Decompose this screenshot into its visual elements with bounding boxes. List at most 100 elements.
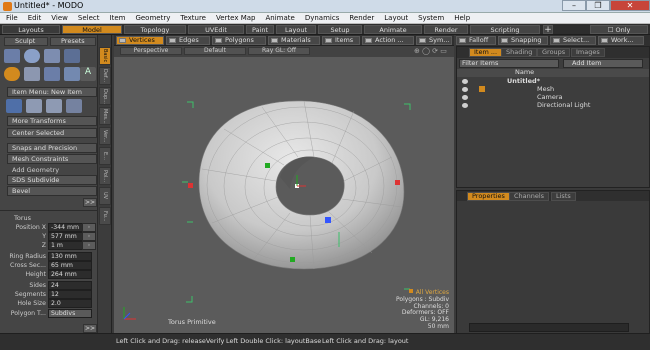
x-handle[interactable] [188, 183, 193, 188]
torus-mesh[interactable] [198, 100, 405, 270]
visibility-eye-icon[interactable] [462, 103, 468, 108]
items-mode-button[interactable]: Items [322, 36, 360, 45]
mesh-constraints-button[interactable]: Mesh Constraints [7, 154, 97, 164]
tab-render[interactable]: Render [424, 25, 468, 34]
sphere-tool-icon[interactable] [24, 49, 40, 63]
maximize-button[interactable]: ❐ [586, 0, 610, 11]
menu-render[interactable]: Render [343, 13, 378, 22]
sides-field[interactable]: 24 [48, 281, 92, 290]
command-input[interactable] [469, 323, 629, 332]
view-style-dropdown[interactable]: Default [184, 47, 246, 55]
side-tab-mesh-edit[interactable]: Mes... [99, 107, 111, 125]
expand-button[interactable]: >> [83, 198, 97, 207]
reset-button[interactable]: ◦ [82, 241, 96, 250]
height-field[interactable]: 264 mm [48, 270, 92, 279]
y-handle[interactable] [290, 257, 295, 262]
edges-mode-button[interactable]: Edges [166, 36, 210, 45]
lock-icon[interactable] [479, 86, 485, 92]
presets-button[interactable]: Presets [50, 37, 96, 46]
side-tab-vertex[interactable]: Ver... [99, 127, 111, 145]
reset-button[interactable]: ◦ [82, 232, 96, 241]
tab-setup[interactable]: Setup [318, 25, 362, 34]
menu-geometry[interactable]: Geometry [129, 13, 174, 22]
visibility-eye-icon[interactable] [462, 95, 468, 100]
cylinder-tool-icon[interactable] [44, 49, 60, 63]
torus-tool-icon[interactable] [4, 67, 20, 81]
tab-uvedit[interactable]: UVEdit [188, 25, 244, 34]
transform-tool-icon[interactable] [66, 99, 82, 113]
expand-properties-button[interactable]: >> [83, 324, 97, 333]
menu-dynamics[interactable]: Dynamics [299, 13, 344, 22]
tab-groups[interactable]: Groups [537, 48, 571, 57]
capsule-tool-icon[interactable] [24, 67, 40, 81]
pen-tool-icon[interactable] [44, 67, 60, 81]
ring-radius-field[interactable]: 130 mm [48, 252, 92, 261]
layouts-menu-button[interactable]: Layouts [2, 25, 60, 34]
shading-dropdown[interactable]: Ray GL: Off [248, 47, 310, 55]
cone-tool-icon[interactable] [64, 49, 80, 63]
more-transforms-button[interactable]: More Transforms [7, 116, 97, 126]
tab-item-list[interactable]: Item ... [469, 48, 503, 57]
polygon-type-dropdown[interactable]: Subdivs [48, 309, 92, 318]
tab-channels[interactable]: Channels [509, 192, 550, 201]
tab-paint[interactable]: Paint [246, 25, 274, 34]
select-button[interactable]: Select... [550, 36, 596, 45]
item-menu-dropdown[interactable]: Item Menu: New Item [7, 87, 97, 97]
work-plane-button[interactable]: Work... [598, 36, 644, 45]
minimize-button[interactable]: – [562, 0, 586, 11]
3d-viewport[interactable]: Torus Primitive All Vertices Polygons : … [114, 57, 454, 333]
side-tab-fusion[interactable]: Fu... [99, 207, 111, 225]
x-handle[interactable] [395, 180, 400, 185]
hole-size-field[interactable]: 2.0 [48, 299, 92, 308]
add-tab-button[interactable]: + [543, 25, 553, 35]
vertices-mode-button[interactable]: Vertices [116, 36, 164, 45]
menu-view[interactable]: View [45, 13, 72, 22]
tab-lists[interactable]: Lists [551, 192, 576, 201]
move-tool-icon[interactable] [6, 99, 22, 113]
tab-topology[interactable]: Topology [124, 25, 186, 34]
bevel-button[interactable]: Bevel [7, 186, 97, 196]
action-center-button[interactable]: Action ... [362, 36, 414, 45]
y-handle[interactable] [265, 163, 270, 168]
cross-section-field[interactable]: 65 mm [48, 261, 92, 270]
menu-animate[interactable]: Animate [259, 13, 298, 22]
side-tab-duplicate[interactable]: Dup... [99, 87, 111, 105]
view-type-dropdown[interactable]: Perspective [120, 47, 182, 55]
tab-model[interactable]: Model [62, 25, 122, 34]
menu-texture[interactable]: Texture [174, 13, 210, 22]
menu-help[interactable]: Help [448, 13, 474, 22]
tab-images[interactable]: Images [571, 48, 605, 57]
snapping-button[interactable]: Snapping [498, 36, 548, 45]
sculpt-button[interactable]: Sculpt [4, 37, 48, 46]
filter-items-input[interactable]: Filter Items [459, 59, 559, 68]
add-item-dropdown[interactable]: Add Item [563, 59, 643, 68]
tab-animate[interactable]: Animate [364, 25, 422, 34]
side-tab-edge[interactable]: E... [99, 147, 111, 165]
only-toggle[interactable]: ☐ Only [590, 25, 648, 34]
tab-layout[interactable]: Layout [276, 25, 316, 34]
snaps-precision-button[interactable]: Snaps and Precision [7, 143, 97, 153]
cube-tool-icon[interactable] [4, 49, 20, 63]
z-handle[interactable] [325, 217, 331, 223]
menu-select[interactable]: Select [72, 13, 104, 22]
viewport-nav-icons[interactable]: ⊕ ◯ ⟳ ▭ [414, 47, 447, 55]
plane-tool-icon[interactable] [64, 67, 80, 81]
menu-edit[interactable]: Edit [22, 13, 46, 22]
menu-layout[interactable]: Layout [378, 13, 412, 22]
close-button[interactable]: ✕ [610, 0, 650, 11]
menu-file[interactable]: File [0, 13, 22, 22]
falloff-button[interactable]: Falloff [456, 36, 496, 45]
menu-item[interactable]: Item [104, 13, 130, 22]
sds-subdivide-button[interactable]: SDS Subdivide [7, 175, 97, 185]
polygons-mode-button[interactable]: Polygons [212, 36, 266, 45]
visibility-eye-icon[interactable] [462, 79, 468, 84]
list-item[interactable]: Directional Light [457, 102, 649, 110]
tab-properties[interactable]: Properties [467, 192, 510, 201]
side-tab-deform[interactable]: Def... [99, 67, 111, 85]
materials-mode-button[interactable]: Materials [268, 36, 320, 45]
side-tab-basic[interactable]: Basic [99, 47, 111, 65]
center-selected-button[interactable]: Center Selected [7, 128, 97, 138]
rotate-tool-icon[interactable] [26, 99, 42, 113]
visibility-eye-icon[interactable] [462, 87, 468, 92]
scale-tool-icon[interactable] [46, 99, 62, 113]
